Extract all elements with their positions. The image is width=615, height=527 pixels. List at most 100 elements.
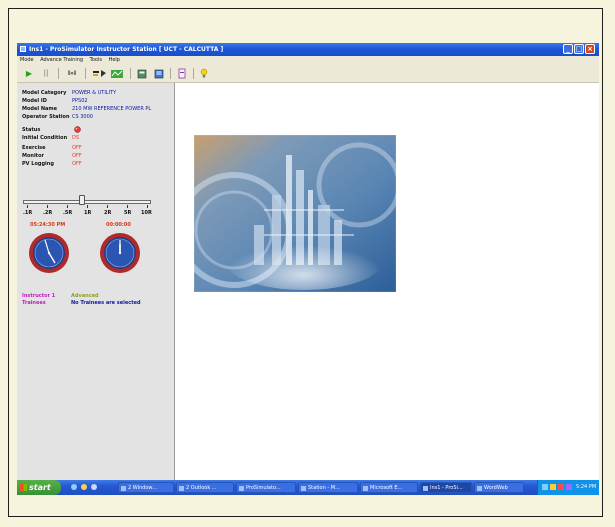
taskbar: start 2 Window... 2 Outlook ... ProSimul… [17,480,599,495]
taskbar-item-wordweb[interactable]: WordWeb [474,482,524,493]
slider-tick-label: .5R [63,210,73,216]
taskbar-item-label: Station - M... [308,485,340,491]
wordweb-icon [477,486,482,491]
pv-logging-value: OFF [72,161,82,167]
app-icon [20,46,26,52]
taskbar-item-ins1[interactable]: Ins1 - ProSi... [420,482,472,493]
model-id-label: Model ID [22,98,47,104]
slider-tick [27,205,28,208]
taskbar-item-label: ProSimulato... [246,485,281,491]
maximize-button[interactable]: □ [574,44,584,54]
toolbar-separator [130,68,131,79]
operator-station-label: Operator Station [22,114,70,120]
app-tray-icon[interactable] [566,484,572,490]
ins1-icon [423,486,428,491]
taskbar-item-label: WordWeb [484,485,508,491]
slider-tick [127,205,128,208]
initial-condition-value: DS [72,135,80,141]
excel-icon [363,486,368,491]
system-tray: 5:24 PM [537,480,599,495]
quicklaunch-browser-icon[interactable] [71,484,77,490]
taskbar-item-label: Microsoft E... [370,485,403,491]
taskbar-item-excel[interactable]: Microsoft E... [360,482,418,493]
menu-help[interactable]: Help [109,57,120,63]
sim-time-clock-icon [99,232,141,278]
minimize-button[interactable]: _ [563,44,573,54]
outlook-icon [179,486,184,491]
report-icon[interactable] [154,68,164,79]
antivirus-icon[interactable] [558,484,564,490]
taskbar-item-label: Ins1 - ProSi... [430,485,463,491]
snapshot-icon[interactable] [92,68,107,79]
lightbulb-icon[interactable] [199,68,209,79]
tray-clock[interactable]: 5:24 PM [576,480,596,495]
toolbar-separator [85,68,86,79]
sim-time-label: 00:00:00 [106,222,131,228]
slider-tick-label: 10R [141,210,152,216]
taskbar-item-windows[interactable]: 2 Window... [118,482,174,493]
slider-tick [87,205,88,208]
volume-icon[interactable] [550,484,556,490]
model-name-label: Model Name [22,106,57,112]
title-bar[interactable]: Ins1 - ProSimulator Instructor Station [… [17,43,599,56]
trainees-label: Trainees [22,300,46,306]
slider-tick [107,205,108,208]
quicklaunch-desktop-icon[interactable] [91,484,97,490]
app-window: Ins1 - ProSimulator Instructor Station [… [17,43,599,495]
status-indicator-icon [74,126,81,135]
model-name-value: 210 MW REFERENCE POWER PL [72,106,152,112]
menu-mode[interactable]: Mode [20,57,34,63]
menu-advance-training[interactable]: Advance Training [40,57,83,63]
real-time-clock-icon [28,232,70,278]
status-label: Status [22,127,41,133]
toolbar: ▶ || I»I [17,65,599,83]
monitor-label: Monitor [22,153,44,159]
slider-tick [147,205,148,208]
model-category-value: POWER & UTILITY [72,90,117,96]
taskbar-item-prosimulator[interactable]: ProSimulato... [236,482,296,493]
plant-banner-image [176,134,402,293]
folder-icon [121,486,126,491]
main-content-area [175,83,599,480]
start-label: start [29,483,51,492]
station-icon [301,486,306,491]
taskbar-item-outlook[interactable]: 2 Outlook ... [176,482,234,493]
slider-tick [47,205,48,208]
toolbar-separator [58,68,59,79]
slider-track[interactable] [23,200,151,204]
slider-tick-label: 1R [84,210,92,216]
slider-tick-label: .1R [23,210,33,216]
toolbar-separator [170,68,171,79]
prosimulator-icon [239,486,244,491]
window-title: Ins1 - ProSimulator Instructor Station [… [29,46,224,53]
close-button[interactable]: × [585,44,595,54]
instructor-value: Advanced [71,293,99,299]
trainees-value: No Trainees are selected [71,300,141,306]
speed-slider[interactable]: .1R .2R .5R 1R 2R 5R 10R [21,195,153,217]
document-icon[interactable] [177,68,187,79]
taskbar-item-label: 2 Window... [128,485,157,491]
monitor-icon[interactable] [137,68,147,79]
taskbar-item-station[interactable]: Station - M... [298,482,358,493]
slider-tick [67,205,68,208]
step-button[interactable]: I»I [65,68,79,79]
operator-station-value: CS 3000 [72,114,93,120]
windows-flag-icon [20,484,27,491]
model-category-label: Model Category [22,90,67,96]
monitor-value: OFF [72,153,82,159]
pause-button[interactable]: || [41,68,51,79]
pv-logging-label: PV Logging [22,161,54,167]
network-icon[interactable] [542,484,548,490]
slider-tick-label: .2R [43,210,53,216]
instructor-label: Instructor 1 [22,293,56,299]
chart-icon[interactable] [110,68,124,79]
exercise-label: Exercise [22,145,46,151]
slider-tick-label: 2R [104,210,112,216]
quicklaunch-mail-icon[interactable] [81,484,87,490]
menu-tools[interactable]: Tools [90,57,102,63]
slider-knob[interactable] [79,195,85,205]
exercise-value: OFF [72,145,82,151]
play-button[interactable]: ▶ [24,68,34,79]
start-button[interactable]: start [17,480,61,495]
initial-condition-label: Initial Condition [22,135,68,141]
